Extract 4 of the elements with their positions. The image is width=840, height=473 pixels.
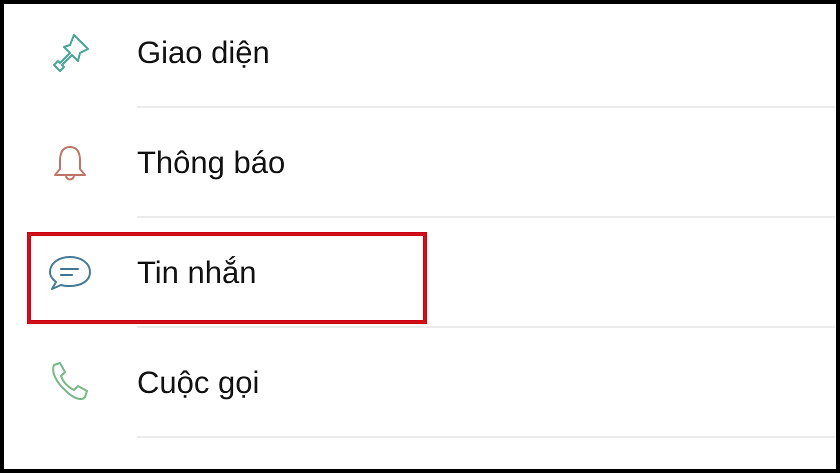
menu-item[interactable]: Thông báo	[137, 145, 286, 181]
menu-item[interactable]: Cuộc gọi	[137, 365, 260, 401]
menu-item[interactable]: Tin nhắn	[137, 255, 256, 291]
menu-item[interactable]: Giao diện	[137, 35, 270, 71]
